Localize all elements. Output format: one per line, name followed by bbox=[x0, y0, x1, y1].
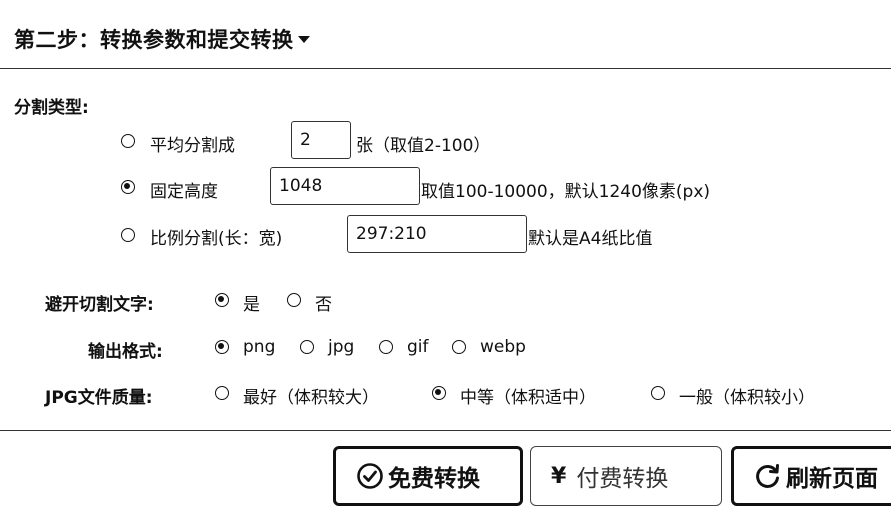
output-format-label: 输出格式: bbox=[88, 342, 163, 362]
yen-icon: ¥ bbox=[551, 463, 567, 489]
paid-convert-label: 付费转换 bbox=[576, 466, 669, 492]
quality-normal-label: 一般（体积较小） bbox=[679, 388, 815, 408]
radio-quality-normal[interactable] bbox=[651, 386, 665, 400]
refresh-icon bbox=[756, 464, 779, 488]
split-fixed-height-label: 固定高度 bbox=[150, 182, 218, 202]
split-fixed-height-input[interactable] bbox=[270, 167, 420, 205]
radio-quality-medium[interactable] bbox=[432, 386, 446, 400]
radio-format-png[interactable] bbox=[215, 340, 229, 354]
radio-format-webp[interactable] bbox=[452, 340, 466, 354]
avoid-text-no-label: 否 bbox=[315, 295, 332, 315]
split-ratio-label: 比例分割(长：宽) bbox=[150, 229, 283, 249]
split-ratio-hint: 默认是A4纸比值 bbox=[528, 229, 653, 249]
split-average-hint: 张（取值2-100） bbox=[356, 136, 491, 156]
avoid-text-label: 避开切割文字: bbox=[45, 295, 154, 315]
quality-best-label: 最好（体积较大） bbox=[243, 388, 379, 408]
quality-medium-label: 中等（体积适中） bbox=[460, 388, 596, 408]
paid-convert-button[interactable]: ¥ 付费转换 bbox=[530, 446, 722, 506]
radio-format-gif[interactable] bbox=[379, 340, 393, 354]
radio-format-jpg[interactable] bbox=[300, 340, 314, 354]
format-webp-label: webp bbox=[480, 337, 526, 357]
free-convert-button[interactable]: 免费转换 bbox=[333, 446, 523, 506]
split-fixed-height-hint: 取值100-10000，默认1240像素(px) bbox=[421, 182, 711, 202]
caret-down-icon bbox=[297, 35, 310, 43]
format-jpg-label: jpg bbox=[328, 337, 355, 357]
refresh-page-label: 刷新页面 bbox=[786, 466, 878, 492]
split-average-count-input[interactable] bbox=[291, 121, 351, 159]
format-png-label: png bbox=[243, 337, 276, 357]
radio-avoid-text-no[interactable] bbox=[287, 293, 301, 307]
radio-split-average[interactable] bbox=[121, 134, 135, 148]
split-average-label: 平均分割成 bbox=[150, 136, 235, 156]
split-ratio-input[interactable] bbox=[347, 215, 527, 253]
check-circle-icon bbox=[357, 463, 383, 489]
refresh-page-button[interactable]: 刷新页面 bbox=[731, 446, 891, 506]
section-title[interactable]: 第二步：转换参数和提交转换 bbox=[14, 24, 310, 54]
jpg-quality-label: JPG文件质量: bbox=[45, 388, 153, 408]
radio-split-fixed-height[interactable] bbox=[121, 180, 135, 194]
radio-quality-best[interactable] bbox=[215, 386, 229, 400]
split-type-label: 分割类型: bbox=[14, 98, 89, 118]
divider-bottom bbox=[0, 430, 891, 431]
avoid-text-yes-label: 是 bbox=[243, 295, 260, 315]
section-title-text: 第二步：转换参数和提交转换 bbox=[14, 28, 294, 52]
free-convert-label: 免费转换 bbox=[388, 466, 480, 492]
radio-split-ratio[interactable] bbox=[121, 228, 135, 242]
format-gif-label: gif bbox=[407, 337, 429, 357]
radio-avoid-text-yes[interactable] bbox=[215, 293, 229, 307]
divider-top bbox=[0, 68, 891, 69]
